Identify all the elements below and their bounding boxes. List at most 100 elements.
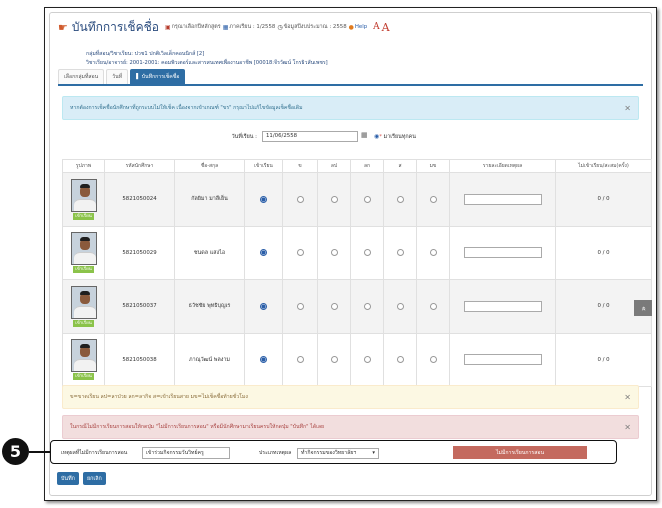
date-input[interactable]: 11/06/2558 — [262, 131, 358, 142]
double-chevron-up-icon: » — [638, 305, 648, 311]
reason-label-text: เหตุผลที่ไม่มีการเรียนการสอน — [61, 450, 128, 456]
col-late: ส — [383, 159, 417, 173]
present-tag: เข้าเรียน — [73, 373, 94, 381]
close-icon[interactable]: × — [624, 104, 631, 113]
student-name: ชนดล แสงไอ — [174, 225, 245, 280]
absence-count: 0 / 0 — [555, 332, 652, 387]
radio-personal-leave[interactable] — [363, 249, 371, 257]
action-buttons: บันทึก ยกเลิก — [57, 472, 110, 485]
legend-alert-text: ข=ขาดเรียน ลป=ลาป่วย ลก=ลากิจ ส=เข้าเรีย… — [70, 394, 248, 400]
font-size-large-button[interactable]: A — [382, 21, 390, 34]
student-photo — [70, 232, 97, 266]
radio-late[interactable] — [396, 195, 404, 203]
col-no-checkout: มข — [416, 159, 450, 173]
present-tag: เข้าเรียน — [73, 266, 94, 274]
scroll-top-button[interactable]: » — [634, 300, 652, 316]
info-alert-text: หากต้องการเช็คชื่อนักศึกษาที่ถูกระบบไม่ใ… — [70, 105, 303, 111]
course-info-line: วิชาเรียน/อาจารย์: 2001-2001: คอมพิวเตอร… — [86, 60, 328, 66]
help-icon: ● — [348, 23, 354, 31]
reason-type-select[interactable]: ทำกิจกรรมของวิทยาลัยฯ ▾ — [297, 447, 379, 459]
font-size-small-button[interactable]: A — [373, 22, 380, 32]
radio-absent[interactable] — [296, 356, 304, 364]
student-id: 5821050029 — [104, 225, 175, 280]
close-icon[interactable]: × — [624, 393, 631, 402]
fiscal-year-label: ข้อมูลปีงบประมาณ : 2558 — [283, 24, 347, 30]
help-link[interactable]: Help — [355, 24, 367, 30]
save-button[interactable]: บันทึก — [57, 472, 79, 485]
radio-present[interactable] — [260, 356, 267, 364]
radio-present[interactable] — [260, 302, 267, 310]
callout-connector — [29, 451, 51, 453]
reason-input[interactable] — [463, 247, 542, 259]
all-present-option[interactable]: ◉* มาเรียนทุกคน — [374, 133, 416, 141]
book-icon: ▣ — [164, 23, 171, 31]
table-header-row: รูปภาพ รหัสนักศึกษา ชื่อ-สกุล เข้าเรียน … — [62, 159, 652, 173]
required-star-icon: * — [379, 134, 382, 140]
info-alert: หากต้องการเช็คชื่อนักศึกษาที่ถูกระบบไม่ใ… — [62, 96, 639, 120]
no-class-reason-input[interactable]: เข้าร่วมกิจกรรมวันวิทย์ครู — [142, 447, 230, 459]
legend-alert: ข=ขาดเรียน ลป=ลาป่วย ลก=ลากิจ ส=เข้าเรีย… — [62, 385, 639, 409]
radio-no-checkout[interactable] — [429, 356, 437, 364]
col-personal-leave: ลก — [350, 159, 384, 173]
radio-absent[interactable] — [296, 302, 304, 310]
radio-late[interactable] — [396, 249, 404, 257]
tab-attendance-label: บันทึกการเช็คชื่อ — [141, 74, 180, 80]
student-id: 5821050024 — [104, 172, 175, 227]
table-row: เข้าเรียน 5821050029 ชนดล แสงไอ 0 / 0 — [62, 225, 652, 280]
cancel-button[interactable]: ยกเลิก — [82, 472, 106, 485]
radio-absent[interactable] — [296, 195, 304, 203]
type-label-text: ประเภทเหตุผล — [259, 450, 292, 456]
col-reason: รายละเอียดเหตุผล — [449, 159, 556, 173]
reason-input[interactable] — [463, 300, 542, 312]
col-absence-count: ไม่เข้าเรียน/สะสม(ครั้ง) — [555, 159, 652, 173]
tab-attendance[interactable]: ▌ บันทึกการเช็คชื่อ — [130, 69, 186, 84]
step-number-badge: 5 — [2, 438, 29, 465]
photo-cell: เข้าเรียน — [62, 225, 105, 280]
all-present-label: มาเรียนทุกคน — [383, 134, 416, 140]
close-icon[interactable]: × — [624, 423, 631, 432]
no-class-button[interactable]: ไม่มีการเรียนการสอน — [453, 446, 587, 459]
student-name: กัลยิมา มาลีเย็น — [174, 172, 245, 227]
student-name: ธวัชชัย พุทธิบุญเร — [174, 279, 245, 334]
radio-personal-leave[interactable] — [363, 302, 371, 310]
radio-absent[interactable] — [296, 249, 304, 257]
calendar-icon[interactable]: ▦ — [361, 131, 368, 139]
clock-icon: ◷ — [277, 23, 283, 31]
table-row: เข้าเรียน 5821050038 ภาณุวัฒน์ พลงาม 0 /… — [62, 332, 652, 387]
col-name: ชื่อ-สกุล — [174, 159, 245, 173]
student-photo — [70, 285, 97, 319]
radio-personal-leave[interactable] — [363, 356, 371, 364]
table-row: เข้าเรียน 5821050024 กัลยิมา มาลีเย็น 0 … — [62, 172, 652, 227]
radio-no-checkout[interactable] — [429, 249, 437, 257]
radio-sick-leave[interactable] — [330, 249, 338, 257]
photo-cell: เข้าเรียน — [62, 279, 105, 334]
radio-present[interactable] — [260, 195, 267, 203]
photo-cell: เข้าเรียน — [62, 332, 105, 387]
date-label: วันที่เรียน : — [231, 134, 257, 140]
reason-type-value: ทำกิจกรรมของวิทยาลัยฯ — [301, 450, 357, 456]
tab-select-group[interactable]: เลือกกลุ่มที่สอน — [58, 69, 105, 84]
present-tag: เข้าเรียน — [73, 319, 94, 327]
course-info: กลุ่มที่สอน/วิชาเรียน: ปวช1 ปกติเวิลเด็ก… — [86, 50, 328, 68]
radio-present[interactable] — [260, 249, 267, 257]
tab-date[interactable]: วันที่ — [106, 69, 129, 84]
radio-no-checkout[interactable] — [429, 195, 437, 203]
reason-input[interactable] — [463, 193, 542, 205]
col-present: เข้าเรียน — [244, 159, 283, 173]
group-info: กลุ่มที่สอน/วิชาเรียน: ปวช1 ปกติเวิลเด็ก… — [86, 51, 205, 57]
student-name: ภาณุวัฒน์ พลงาม — [174, 332, 245, 387]
radio-no-checkout[interactable] — [429, 302, 437, 310]
radio-personal-leave[interactable] — [363, 195, 371, 203]
radio-sick-leave[interactable] — [330, 302, 338, 310]
danger-alert-text: ในกรณีไม่มีการเรียนการสอนให้กดปุ่ม "ไม่ม… — [70, 424, 325, 430]
reason-input[interactable] — [463, 354, 542, 366]
tab-bar: เลือกกลุ่มที่สอน วันที่ ▌ บันทึกการเช็คช… — [58, 69, 643, 86]
radio-late[interactable] — [396, 302, 404, 310]
radio-late[interactable] — [396, 356, 404, 364]
reason-input-wrap: เข้าร่วมกิจกรรมวันวิทย์ครู — [142, 441, 230, 465]
radio-sick-leave[interactable] — [330, 356, 338, 364]
student-photo — [70, 178, 97, 212]
page-header: ☛ บันทึกการเช็คชื่อ ▣ กรุณาเลือกปีหลักสู… — [58, 17, 643, 37]
radio-sick-leave[interactable] — [330, 195, 338, 203]
subject-hint[interactable]: กรุณาเลือกปีหลักสูตร — [172, 23, 221, 31]
